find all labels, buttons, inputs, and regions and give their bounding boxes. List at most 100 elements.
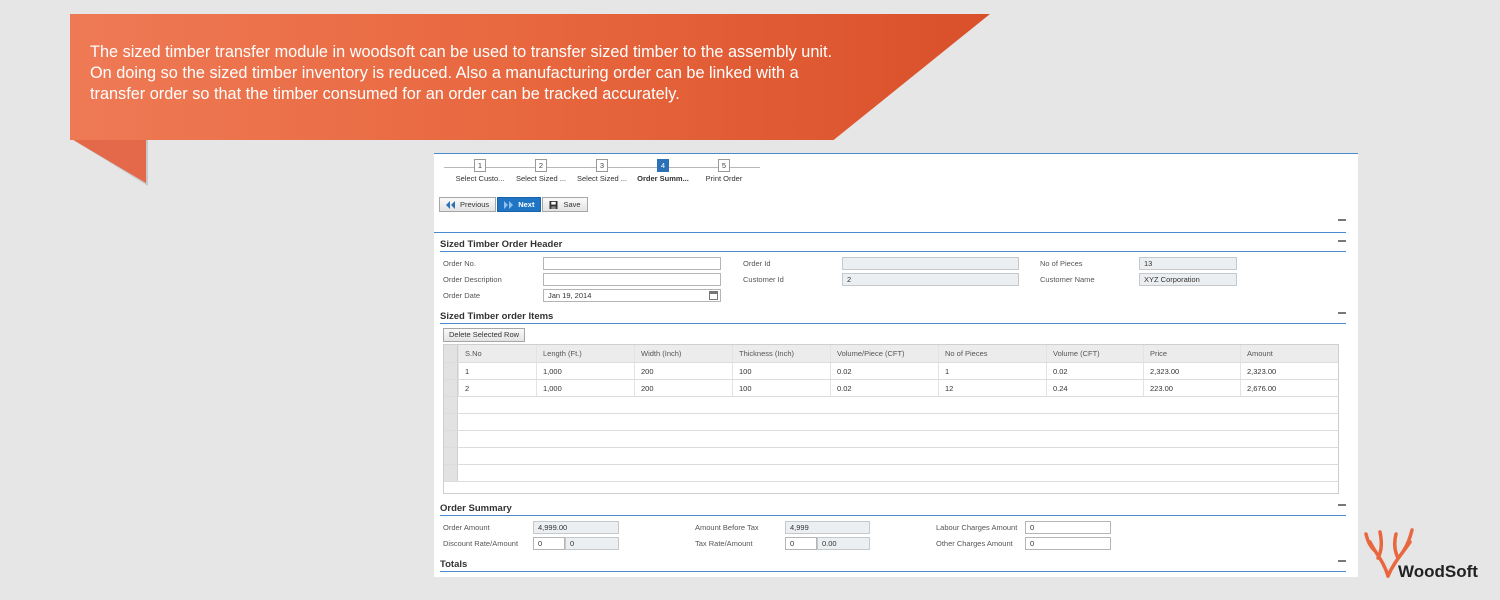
table-cell: 0.24 — [1046, 380, 1143, 396]
empty-table-row — [444, 465, 1338, 482]
wizard-step-5[interactable]: 5 Print Order — [693, 159, 755, 183]
wizard-step-number: 2 — [535, 159, 547, 172]
no-of-pieces-label: No of Pieces — [1040, 259, 1083, 268]
order-id-field — [842, 257, 1019, 270]
summary-section-title: Order Summary — [440, 503, 512, 514]
tax-label: Tax Rate/Amount — [695, 539, 753, 548]
column-header[interactable]: Volume (CFT) — [1046, 345, 1143, 362]
table-cell: 1 — [458, 363, 536, 379]
section-divider — [440, 323, 1346, 324]
row-selector — [444, 448, 458, 464]
table-cell: 200 — [634, 363, 732, 379]
wizard-step-number: 4 — [657, 159, 669, 172]
delete-selected-row-button[interactable]: Delete Selected Row — [443, 328, 526, 342]
wizard-step-label: Order Summ... — [637, 174, 689, 183]
order-date-value: Jan 19, 2014 — [548, 291, 592, 300]
tax-rate-input[interactable]: 0 — [785, 537, 817, 550]
table-row[interactable]: 2 1,000 200 100 0.02 12 0.24 223.00 2,67… — [444, 380, 1338, 397]
empty-table-row — [444, 397, 1338, 414]
discount-rate-input[interactable]: 0 — [533, 537, 565, 550]
column-header[interactable]: Price — [1143, 345, 1240, 362]
collapse-icon[interactable] — [1338, 240, 1346, 242]
wizard-step-label: Print Order — [705, 174, 743, 183]
section-divider — [440, 251, 1346, 252]
table-cell: 2,676.00 — [1240, 380, 1338, 396]
wizard-step-1[interactable]: 1 Select Custo... — [449, 159, 511, 183]
amount-before-tax-label: Amount Before Tax — [695, 523, 759, 532]
labour-charges-input[interactable]: 0 — [1025, 521, 1111, 534]
tax-amount-field: 0.00 — [817, 537, 870, 550]
table-cell: 100 — [732, 363, 830, 379]
table-cell: 0.02 — [830, 380, 938, 396]
other-charges-label: Other Charges Amount — [936, 539, 1013, 548]
calendar-icon[interactable] — [709, 291, 718, 300]
header-section-title: Sized Timber Order Header — [440, 239, 563, 250]
order-date-input[interactable]: Jan 19, 2014 — [543, 289, 721, 302]
order-no-input[interactable] — [543, 257, 721, 270]
table-cell: 200 — [634, 380, 732, 396]
row-selector — [444, 431, 458, 447]
other-charges-input[interactable]: 0 — [1025, 537, 1111, 550]
double-left-arrow-icon — [446, 200, 455, 209]
wizard-step-3[interactable]: 3 Select Sized ... — [571, 159, 633, 183]
previous-button[interactable]: Previous — [439, 197, 497, 212]
logo-text: WoodSoft — [1398, 562, 1478, 581]
order-description-label: Order Description — [443, 275, 502, 284]
empty-table-row — [444, 431, 1338, 448]
column-header[interactable]: No of Pieces — [938, 345, 1046, 362]
double-right-arrow-icon — [504, 200, 514, 209]
order-id-label: Order Id — [743, 259, 771, 268]
app-panel: 1 Select Custo... 2 Select Sized ... 3 S… — [434, 153, 1358, 577]
collapse-icon[interactable] — [1338, 504, 1346, 506]
order-amount-field: 4,999.00 — [533, 521, 619, 534]
table-cell: 1,000 — [536, 380, 634, 396]
customer-id-field: 2 — [842, 273, 1019, 286]
row-selector[interactable] — [444, 363, 458, 379]
no-of-pieces-field: 13 — [1139, 257, 1237, 270]
amount-before-tax-field: 4,999 — [785, 521, 870, 534]
order-no-label: Order No. — [443, 259, 476, 268]
table-cell: 1,000 — [536, 363, 634, 379]
select-all-cell[interactable] — [444, 345, 458, 362]
column-header[interactable]: Thickness (Inch) — [732, 345, 830, 362]
column-header[interactable]: Width (Inch) — [634, 345, 732, 362]
wizard-step-2[interactable]: 2 Select Sized ... — [510, 159, 572, 183]
column-header[interactable]: Amount — [1240, 345, 1338, 362]
table-cell: 100 — [732, 380, 830, 396]
wizard-step-number: 5 — [718, 159, 730, 172]
collapse-icon[interactable] — [1338, 312, 1346, 314]
next-button[interactable]: Next — [497, 197, 542, 212]
row-selector — [444, 465, 458, 481]
previous-label: Previous — [460, 200, 490, 209]
order-description-input[interactable] — [543, 273, 721, 286]
items-section-title: Sized Timber order Items — [440, 311, 554, 322]
table-cell: 12 — [938, 380, 1046, 396]
collapse-icon[interactable] — [1338, 219, 1346, 221]
save-button[interactable]: Save — [542, 197, 588, 212]
table-cell: 1 — [938, 363, 1046, 379]
table-header-row: S.No Length (Ft.) Width (Inch) Thickness… — [444, 345, 1338, 363]
column-header[interactable]: S.No — [458, 345, 536, 362]
table-cell: 0.02 — [830, 363, 938, 379]
table-cell: 2 — [458, 380, 536, 396]
labour-charges-label: Labour Charges Amount — [936, 523, 1018, 532]
wizard-step-label: Select Sized ... — [576, 174, 628, 183]
column-header[interactable]: Volume/Piece (CFT) — [830, 345, 938, 362]
table-cell: 0.02 — [1046, 363, 1143, 379]
wizard-step-number: 1 — [474, 159, 486, 172]
column-header[interactable]: Length (Ft.) — [536, 345, 634, 362]
empty-table-row — [444, 448, 1338, 465]
wizard-step-number: 3 — [596, 159, 608, 172]
row-selector — [444, 414, 458, 430]
order-items-table: S.No Length (Ft.) Width (Inch) Thickness… — [443, 344, 1339, 494]
customer-name-field: XYZ Corporation — [1139, 273, 1237, 286]
wizard-step-4[interactable]: 4 Order Summ... — [632, 159, 694, 183]
table-row[interactable]: 1 1,000 200 100 0.02 1 0.02 2,323.00 2,3… — [444, 363, 1338, 380]
collapse-icon[interactable] — [1338, 560, 1346, 562]
discount-label: Discount Rate/Amount — [443, 539, 519, 548]
save-label: Save — [563, 200, 581, 209]
discount-amount-field: 0 — [565, 537, 619, 550]
customer-name-label: Customer Name — [1040, 275, 1095, 284]
customer-id-label: Customer Id — [743, 275, 784, 284]
row-selector[interactable] — [444, 380, 458, 396]
